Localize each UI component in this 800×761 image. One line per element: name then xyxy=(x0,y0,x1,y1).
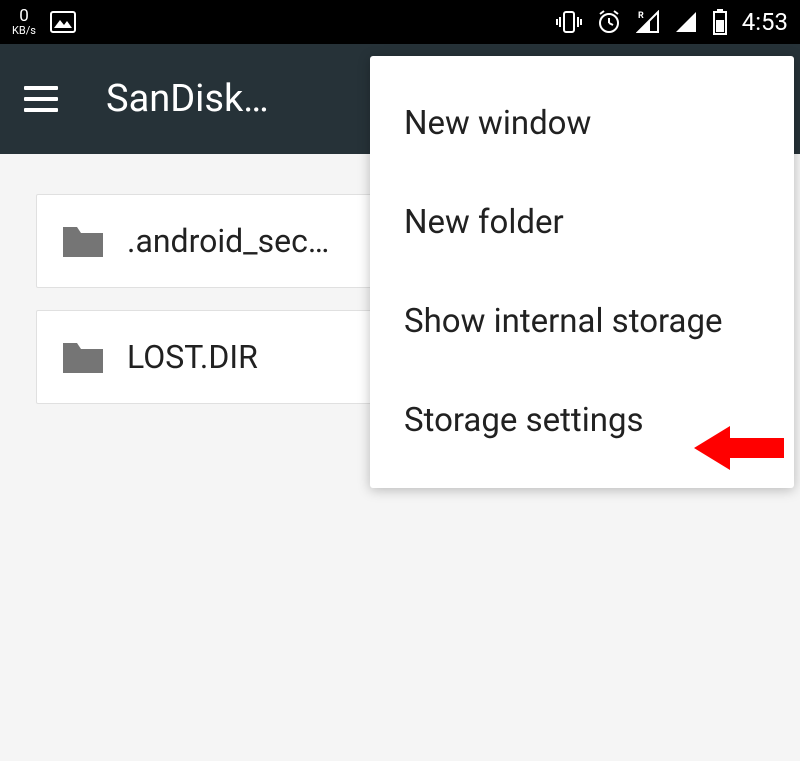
vibrate-icon xyxy=(556,10,582,34)
alarm-icon xyxy=(596,9,622,35)
folder-icon xyxy=(61,339,105,375)
menu-item-new-folder[interactable]: New folder xyxy=(370,173,794,272)
overflow-menu: New window New folder Show internal stor… xyxy=(370,56,794,488)
network-speed-indicator: 0 KB/s xyxy=(12,8,36,36)
kbs-unit: KB/s xyxy=(12,25,36,36)
status-right: R 4:53 xyxy=(556,8,788,36)
image-icon xyxy=(50,11,76,33)
folder-icon xyxy=(61,223,105,259)
signal-icon xyxy=(674,10,698,34)
signal-roaming-icon: R xyxy=(636,10,660,34)
file-name: LOST.DIR xyxy=(127,338,258,376)
battery-icon xyxy=(712,9,728,35)
kbs-value: 0 xyxy=(19,8,29,25)
status-left: 0 KB/s xyxy=(12,8,76,36)
menu-item-storage-settings[interactable]: Storage settings xyxy=(370,371,794,470)
svg-text:R: R xyxy=(638,11,644,21)
file-name: .android_sec… xyxy=(127,222,329,260)
app-title: SanDisk… xyxy=(106,77,269,121)
menu-item-new-window[interactable]: New window xyxy=(370,74,794,173)
status-bar: 0 KB/s xyxy=(0,0,800,44)
status-time: 4:53 xyxy=(742,8,788,36)
menu-item-show-internal-storage[interactable]: Show internal storage xyxy=(370,272,794,371)
hamburger-menu-icon[interactable] xyxy=(24,86,58,112)
